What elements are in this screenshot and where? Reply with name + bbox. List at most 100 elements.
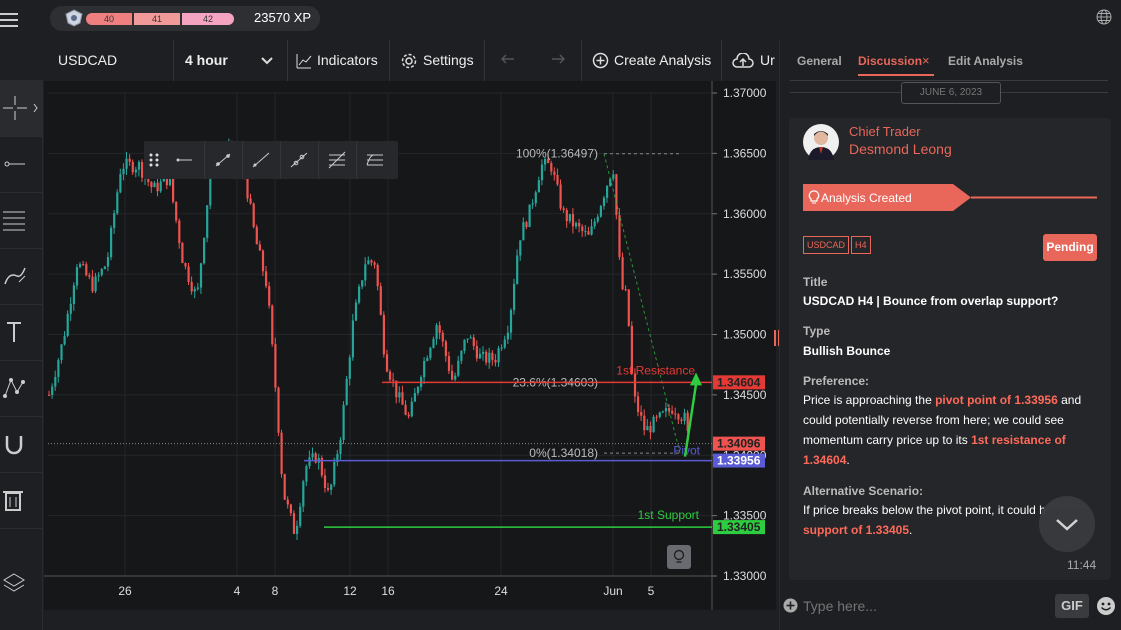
- candle-body: [342, 404, 345, 440]
- lightbulb-icon: [808, 190, 820, 204]
- price-tick-label: 1.34500: [723, 388, 767, 402]
- candle-body: [593, 221, 596, 227]
- layers-tool[interactable]: [0, 556, 42, 612]
- candle-body: [596, 216, 599, 222]
- divider: [581, 40, 582, 81]
- chevron-down-icon[interactable]: [261, 55, 273, 67]
- create-analysis-button[interactable]: Create Analysis: [614, 40, 711, 81]
- candle-body: [466, 338, 469, 340]
- candle-body: [553, 171, 556, 175]
- menu-icon[interactable]: [0, 9, 18, 29]
- delete-tool[interactable]: [0, 472, 42, 529]
- divider: [790, 80, 1108, 81]
- candle-body: [500, 347, 503, 349]
- rank-badge-icon: [65, 9, 83, 27]
- candle-body: [460, 350, 463, 361]
- upload-button[interactable]: Ur: [760, 40, 775, 81]
- candle-body: [175, 201, 178, 221]
- emoji-icon[interactable]: [1096, 596, 1116, 616]
- close-icon[interactable]: ×: [922, 53, 930, 68]
- candle-body: [277, 387, 280, 433]
- date-tick-label: 16: [381, 584, 395, 598]
- candle-body: [389, 371, 392, 380]
- extended-line-tool[interactable]: [280, 141, 319, 179]
- horizontal-ray-tool[interactable]: [166, 141, 205, 179]
- settings-button[interactable]: Settings: [423, 40, 474, 81]
- candle-body: [485, 351, 488, 363]
- status-banner-text: Analysis Created: [821, 191, 912, 205]
- candle-body: [134, 169, 137, 173]
- candle-body: [522, 222, 525, 241]
- candle-body: [587, 231, 590, 235]
- date-tick-label: 24: [494, 584, 508, 598]
- date-tick-label: 26: [118, 584, 132, 598]
- text-span: If price breaks below the pivot point, i…: [803, 503, 1046, 517]
- pattern-tool[interactable]: [0, 360, 42, 417]
- type-label: Type: [803, 324, 831, 338]
- tab-edit-analysis[interactable]: Edit Analysis: [948, 54, 1023, 68]
- text-tool[interactable]: [0, 304, 42, 361]
- candle-body: [606, 185, 609, 198]
- author-name[interactable]: Desmond Leong: [849, 141, 952, 157]
- parallel-channel-icon: [328, 151, 346, 169]
- tab-discussion[interactable]: Discussion: [858, 54, 922, 68]
- message-input[interactable]: [801, 594, 1045, 618]
- candle-body: [193, 288, 196, 292]
- gif-button[interactable]: GIF: [1055, 594, 1089, 618]
- candle-body: [203, 237, 206, 264]
- status-badge: Pending: [1043, 234, 1097, 261]
- plus-circle-icon[interactable]: [783, 598, 798, 613]
- magnet-tool[interactable]: [0, 416, 42, 473]
- drag-handle-icon[interactable]: [148, 152, 160, 168]
- scroll-down-button[interactable]: [1039, 496, 1095, 552]
- crosshair-tool[interactable]: [0, 80, 42, 137]
- pitchfork-tool[interactable]: [356, 141, 394, 179]
- candle-body: [361, 280, 364, 287]
- globe-icon[interactable]: [1096, 9, 1112, 25]
- highlight-pivot: pivot point of 1.33956: [935, 393, 1058, 407]
- timeframe-select[interactable]: 4 hour: [185, 40, 228, 81]
- candle-body: [556, 174, 559, 185]
- candle-body: [432, 338, 435, 348]
- candle-body: [178, 220, 181, 244]
- trendline-tool[interactable]: [204, 141, 243, 179]
- candle-body: [469, 337, 472, 339]
- level-41: 41: [134, 13, 180, 25]
- tab-general[interactable]: General: [797, 54, 842, 68]
- candle-body: [599, 206, 602, 217]
- candle-body: [494, 359, 497, 363]
- redo-icon[interactable]: [549, 54, 565, 66]
- candle-body: [575, 222, 578, 227]
- candle-body: [103, 266, 106, 269]
- candle-body: [156, 182, 159, 192]
- candle-body: [385, 354, 389, 372]
- candle-body: [454, 375, 457, 380]
- drawing-toolbar: [144, 141, 398, 179]
- xp-value: 23570 XP: [254, 10, 312, 25]
- resistance-label: 1st Resistance: [616, 363, 695, 377]
- active-tab-underline: [858, 74, 934, 76]
- candle-body: [72, 285, 75, 304]
- candle-body: [79, 264, 82, 268]
- ray-tool[interactable]: [242, 141, 281, 179]
- price-tick-label: 1.37000: [723, 86, 767, 100]
- line-tool[interactable]: [0, 136, 42, 193]
- candle-body: [438, 325, 441, 333]
- symbol-selector[interactable]: USDCAD: [58, 40, 117, 81]
- candle-body: [187, 266, 190, 282]
- candle-body: [311, 453, 314, 458]
- fib-tool[interactable]: [0, 192, 42, 249]
- candle-body: [602, 197, 606, 207]
- level-42: 42: [182, 13, 234, 25]
- undo-icon[interactable]: [501, 54, 517, 66]
- indicators-button[interactable]: Indicators: [317, 40, 378, 81]
- date-tick-label: 4: [234, 584, 241, 598]
- price-tick-label: 1.35500: [723, 267, 767, 281]
- preference-text: Price is approaching the pivot point of …: [803, 390, 1093, 470]
- brush-tool[interactable]: [0, 248, 42, 305]
- candle-body: [640, 412, 643, 416]
- candle-body: [373, 262, 376, 265]
- fib-lines-icon: [3, 211, 25, 231]
- price-tick-label: 1.35000: [723, 328, 767, 342]
- parallel-channel-tool[interactable]: [318, 141, 357, 179]
